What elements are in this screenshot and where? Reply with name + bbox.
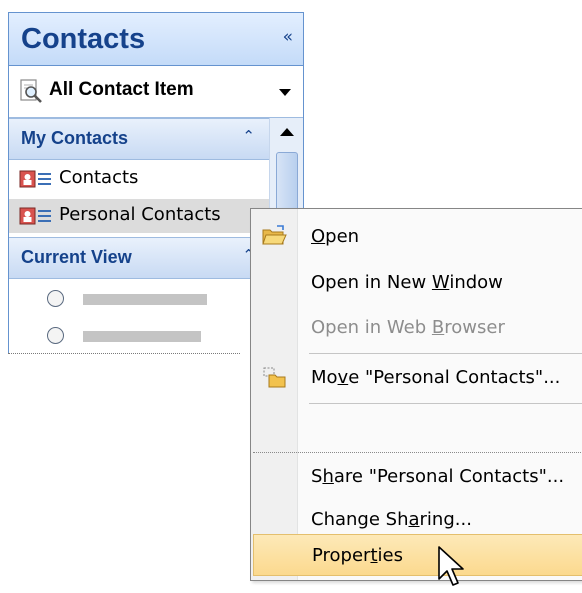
current-view-option[interactable] — [47, 325, 257, 351]
my-contacts-title: My Contacts — [21, 128, 129, 148]
pane-bottom-border — [8, 353, 240, 354]
view-selector-label: All Contact Item — [49, 79, 194, 100]
menu-item-label: Change Sharing... — [311, 509, 472, 530]
menu-dotted-separator — [253, 452, 582, 453]
collapse-section-icon[interactable]: ⌃ — [242, 129, 255, 144]
menu-item-label: Share "Personal Contacts"... — [311, 466, 565, 487]
search-contacts-icon — [20, 79, 42, 103]
menu-item-label: Open in New Window — [311, 272, 503, 293]
menu-item-label: Move "Personal Contacts"... — [311, 367, 561, 388]
redacted-label — [83, 331, 201, 342]
radio-button[interactable] — [47, 327, 64, 344]
menu-item-properties[interactable]: Properties — [253, 534, 582, 576]
context-menu: Open Open in New Window Open in Web Brow… — [250, 208, 582, 581]
folder-label: Personal Contacts — [59, 204, 221, 225]
pane-header: Contacts « — [9, 12, 303, 66]
pane-title: Contacts — [21, 23, 146, 55]
scroll-up-arrow-icon[interactable] — [280, 128, 294, 136]
my-contacts-header[interactable]: My Contacts ⌃ — [9, 118, 269, 160]
menu-item-label: Open — [311, 226, 360, 247]
current-view-header[interactable]: Current View ⌃ — [9, 237, 269, 279]
menu-item-move[interactable]: Move "Personal Contacts"... — [253, 357, 582, 399]
current-view-title: Current View — [21, 247, 132, 267]
view-selector-dropdown[interactable]: All Contact Item — [9, 66, 303, 118]
mouse-pointer-icon — [438, 546, 464, 586]
menu-separator — [309, 353, 582, 354]
menu-item-open[interactable]: Open — [253, 216, 582, 258]
radio-button[interactable] — [47, 290, 64, 307]
menu-separator — [309, 403, 582, 404]
dropdown-arrow-icon[interactable] — [279, 89, 291, 96]
current-view-option[interactable] — [47, 288, 257, 314]
contacts-folder-icon — [19, 170, 51, 188]
folder-item-personal-contacts[interactable]: Personal Contacts — [9, 199, 269, 233]
contacts-folder-icon — [19, 207, 51, 225]
menu-item-label: Properties — [312, 545, 403, 566]
redacted-label — [83, 294, 207, 305]
move-folder-icon — [263, 367, 286, 388]
open-folder-icon — [262, 225, 287, 245]
menu-item-open-in-web-browser[interactable]: Open in Web Browser — [253, 307, 582, 349]
menu-item-label: Open in Web Browser — [311, 317, 505, 338]
folder-label: Contacts — [59, 167, 139, 188]
collapse-pane-icon[interactable]: « — [283, 29, 293, 46]
menu-item-share[interactable]: Share "Personal Contacts"... — [253, 456, 582, 498]
folder-item-contacts[interactable]: Contacts — [9, 162, 269, 196]
menu-item-open-in-new-window[interactable]: Open in New Window — [253, 262, 582, 304]
